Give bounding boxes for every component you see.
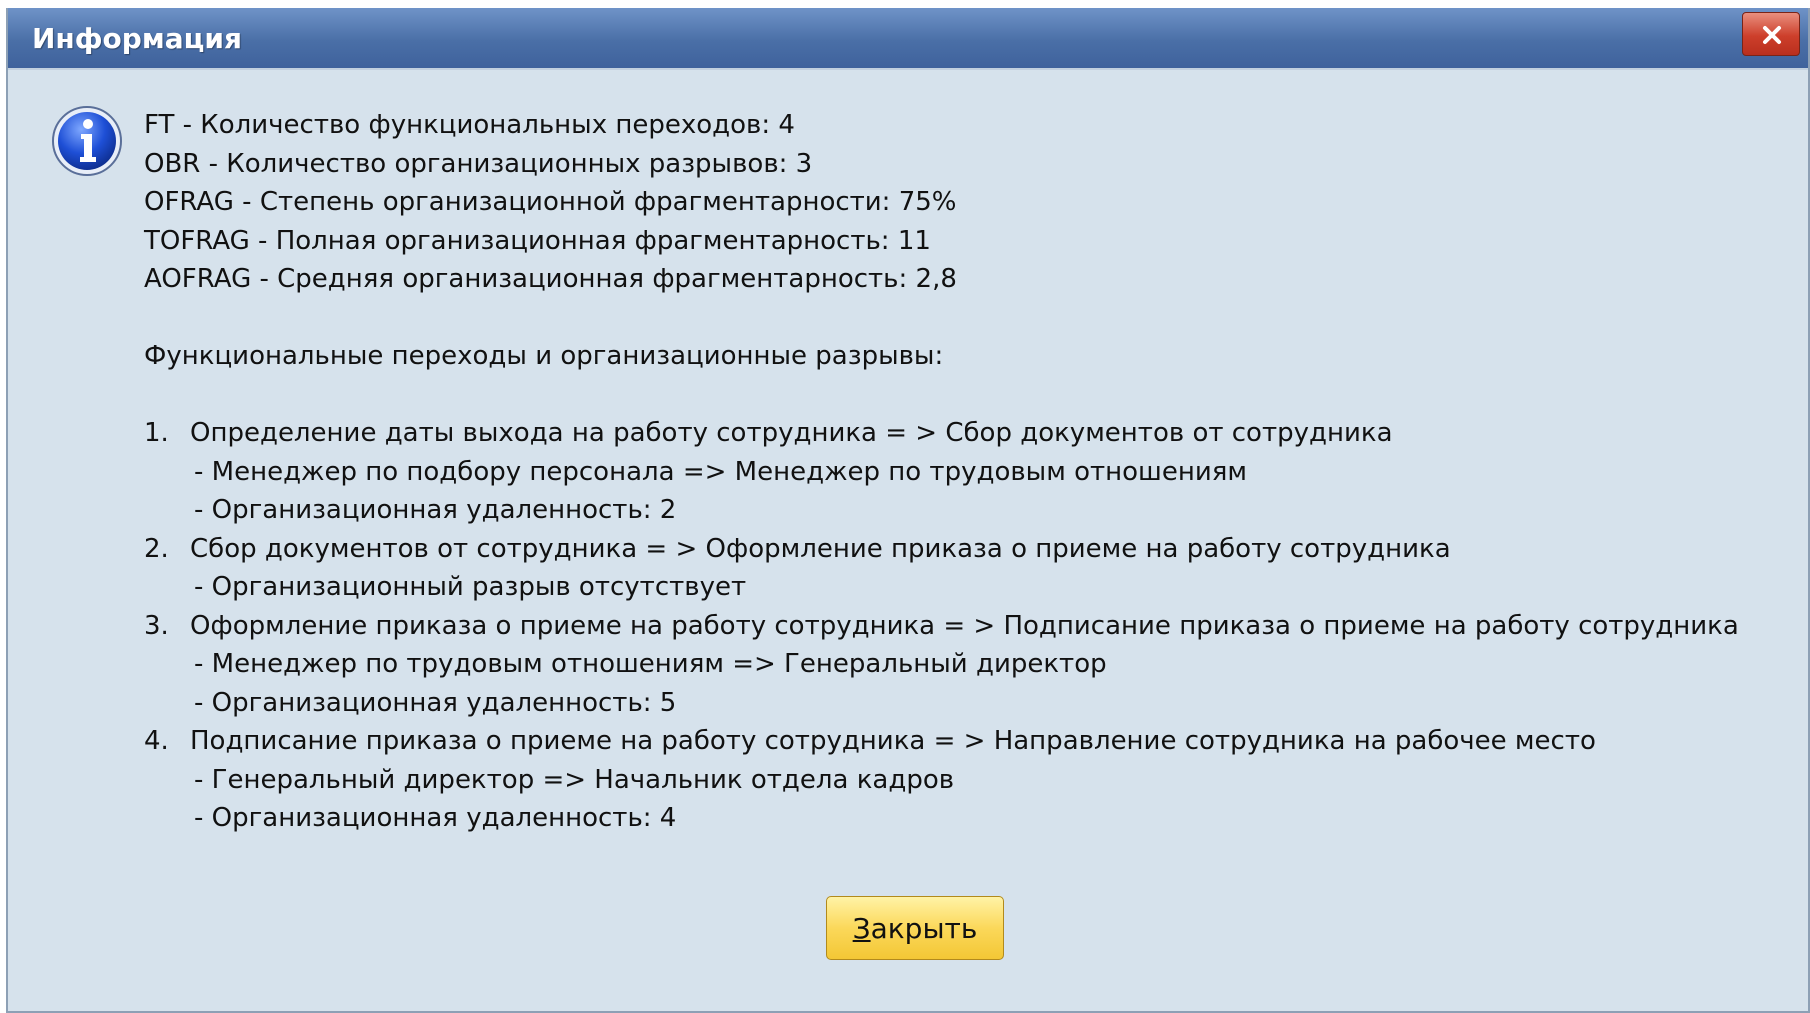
metric-obr: OBR - Количество организационных разрыво… — [144, 148, 813, 179]
transition-number: 2. — [144, 533, 169, 564]
transition-number: 4. — [144, 726, 169, 756]
transition-detail: - Организационная удаленность: 5 — [194, 687, 677, 718]
close-icon — [1763, 26, 1781, 44]
title-bar: Информация — [8, 8, 1808, 70]
transition-detail: - Генеральный директор => Начальник отде… — [194, 764, 955, 795]
metric-tofrag: TOFRAG - Полная организационная фрагмент… — [144, 225, 931, 256]
transition-item: 1. Определение даты выхода на работу сотр… — [144, 414, 1739, 453]
transition-text: Сбор документов от сотрудника = > Оформл… — [190, 533, 1451, 564]
close-dialog-button[interactable]: Закрыть — [826, 896, 1004, 960]
close-dialog-accel: З — [852, 911, 871, 945]
transition-item: 2. Сбор документов от сотрудника = > Офор… — [144, 530, 1739, 569]
info-icon — [52, 106, 122, 176]
metric-aofrag: AOFRAG - Средняя организационная фрагмен… — [144, 264, 957, 294]
message-text: FT - Количество функциональных переходов… — [144, 106, 1739, 838]
info-dialog: Информация FT - Количество функциональны… — [6, 8, 1810, 1013]
transition-text: Подписание приказа о приеме на работу со… — [190, 726, 1596, 756]
transition-text: Оформление приказа о приеме на работу со… — [190, 610, 1739, 641]
transition-detail: - Менеджер по трудовым отношениям => Ген… — [194, 649, 1107, 679]
transition-text: Определение даты выхода на работу сотруд… — [190, 418, 1393, 448]
dialog-title: Информация — [32, 22, 242, 55]
transition-detail: - Организационная удаленность: 2 — [194, 495, 677, 525]
transition-detail: - Организационная удаленность: 4 — [194, 803, 677, 833]
close-dialog-label-rest: акрыть — [870, 911, 978, 945]
transition-number: 1. — [144, 418, 169, 448]
transition-item: 3. Оформление приказа о приеме на работу … — [144, 607, 1739, 646]
transition-detail: - Менеджер по подбору персонала => Менед… — [194, 456, 1247, 487]
metric-ofrag: OFRAG - Степень организационной фрагмент… — [144, 187, 957, 217]
section-heading: Функциональные переходы и организационны… — [144, 341, 944, 371]
transition-number: 3. — [144, 610, 169, 641]
window-close-button[interactable] — [1742, 12, 1800, 56]
metric-ft: FT - Количество функциональных переходов… — [144, 110, 795, 140]
transition-detail: - Организационный разрыв отсутствует — [194, 572, 747, 602]
transition-item: 4. Подписание приказа о приеме на работу … — [144, 722, 1739, 761]
